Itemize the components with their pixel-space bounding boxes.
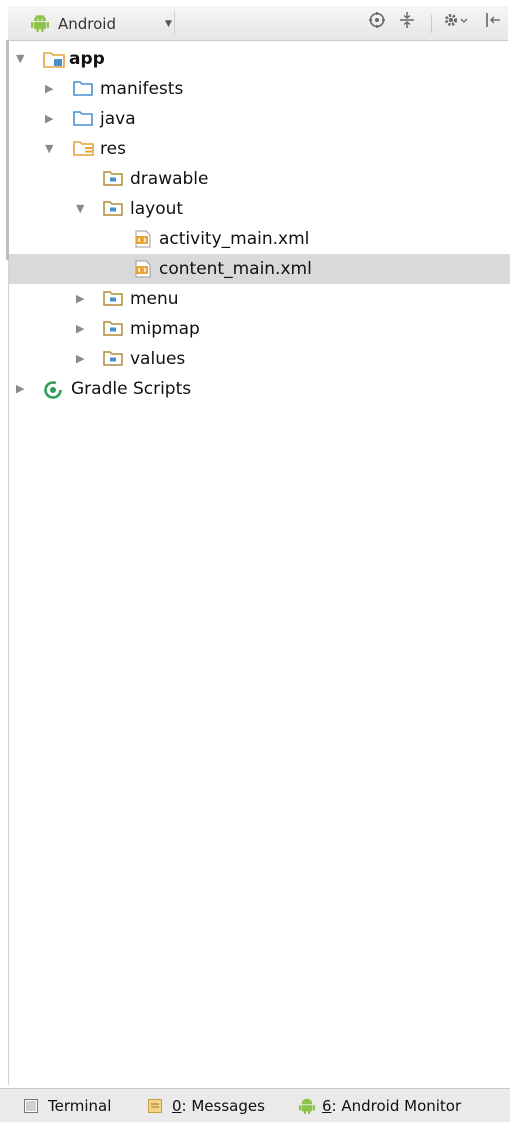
- toolbar-separator: [431, 15, 432, 33]
- collapsed-arrow-icon[interactable]: ▶: [16, 382, 24, 396]
- tree-label: java: [100, 109, 136, 129]
- view-mode-label: Android: [58, 15, 116, 33]
- android-icon: [298, 1097, 316, 1119]
- tree-label: manifests: [100, 79, 184, 99]
- tree-node-gradle-scripts[interactable]: ▶ Gradle Scripts: [9, 374, 510, 404]
- xml-file-icon: [134, 230, 152, 252]
- package-folder-icon: [103, 170, 123, 191]
- tree-node-values[interactable]: ▶ values: [9, 344, 510, 374]
- hide-panel-icon[interactable]: [484, 11, 502, 34]
- collapsed-arrow-icon[interactable]: ▶: [76, 292, 84, 306]
- android-icon: [30, 13, 50, 37]
- collapsed-arrow-icon[interactable]: ▶: [45, 112, 53, 126]
- tree-label: activity_main.xml: [159, 229, 310, 249]
- tree-node-res[interactable]: ▼ res: [9, 134, 510, 164]
- xml-file-icon: [134, 260, 152, 282]
- folder-icon: [73, 80, 93, 101]
- tree-node-activity-main-xml[interactable]: activity_main.xml: [9, 224, 510, 254]
- package-folder-icon: [103, 350, 123, 371]
- tree-node-java[interactable]: ▶ java: [9, 104, 510, 134]
- expanded-arrow-icon[interactable]: ▼: [45, 142, 53, 156]
- android-monitor-tab-label: : Android Monitor: [331, 1097, 462, 1115]
- package-folder-icon: [103, 200, 123, 221]
- terminal-tab-label: Terminal: [48, 1097, 112, 1115]
- tree-label: content_main.xml: [159, 259, 312, 279]
- tree-node-drawable[interactable]: drawable: [9, 164, 510, 194]
- terminal-icon: [24, 1099, 38, 1117]
- messages-icon: [148, 1099, 162, 1117]
- gradle-icon: [43, 380, 63, 404]
- tree-label: Gradle Scripts: [71, 379, 192, 399]
- tree-label: res: [100, 139, 126, 159]
- messages-tab-label: : Messages: [181, 1097, 265, 1115]
- tree-node-manifests[interactable]: ▶ manifests: [9, 74, 510, 104]
- tree-label: values: [130, 349, 186, 369]
- project-view-selector[interactable]: Android ▼: [20, 11, 175, 35]
- tree-node-app[interactable]: ▼ app: [9, 44, 510, 74]
- sync-target-icon[interactable]: [368, 11, 386, 34]
- folder-icon: [73, 110, 93, 131]
- collapsed-arrow-icon[interactable]: ▶: [45, 82, 53, 96]
- module-folder-icon: [43, 50, 65, 72]
- tree-label: layout: [130, 199, 184, 219]
- tree-label: mipmap: [130, 319, 200, 339]
- expanded-arrow-icon[interactable]: ▼: [16, 52, 24, 66]
- tree-node-content-main-xml[interactable]: content_main.xml: [9, 254, 510, 284]
- gear-icon[interactable]: [442, 11, 468, 34]
- tree-node-layout[interactable]: ▼ layout: [9, 194, 510, 224]
- collapsed-arrow-icon[interactable]: ▶: [76, 352, 84, 366]
- package-folder-icon: [103, 320, 123, 341]
- collapsed-arrow-icon[interactable]: ▶: [76, 322, 84, 336]
- tree-label: menu: [130, 289, 179, 309]
- android-monitor-tab-mnemonic: 6: [322, 1097, 332, 1115]
- tool-window-bar: Terminal 0: Messages 6: Android Monitor: [0, 1088, 510, 1122]
- chevron-down-icon: ▼: [165, 19, 172, 29]
- collapse-all-icon[interactable]: [398, 11, 416, 34]
- package-folder-icon: [103, 290, 123, 311]
- expanded-arrow-icon[interactable]: ▼: [76, 202, 84, 216]
- tree-label: drawable: [130, 169, 209, 189]
- tree-node-menu[interactable]: ▶ menu: [9, 284, 510, 314]
- resource-folder-icon: [73, 140, 95, 161]
- messages-tab-mnemonic: 0: [172, 1097, 182, 1115]
- tree-node-mipmap[interactable]: ▶ mipmap: [9, 314, 510, 344]
- project-toolbar: Android ▼: [8, 6, 508, 41]
- tree-label: app: [69, 49, 105, 69]
